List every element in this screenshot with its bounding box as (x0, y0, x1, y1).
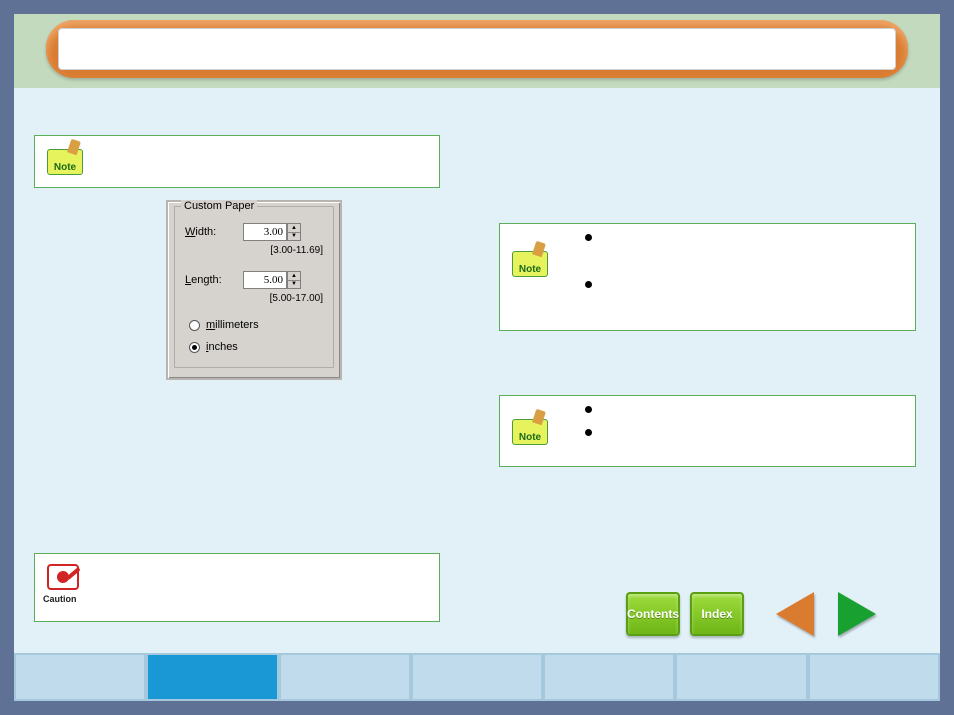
length-spinner-up[interactable]: ▲ (288, 272, 300, 281)
width-label: Width: (185, 226, 243, 238)
caution-icon (47, 564, 79, 590)
prev-page-arrow-icon[interactable] (776, 592, 814, 636)
next-page-arrow-icon[interactable] (838, 592, 876, 636)
length-spinner-down[interactable]: ▼ (288, 281, 300, 289)
bottom-tab-6[interactable] (808, 653, 940, 701)
bottom-tab-2[interactable] (279, 653, 411, 701)
length-row: Length: ▲ ▼ (185, 271, 323, 289)
page-nav: Contents Index (626, 592, 876, 636)
unit-in-label: inches (206, 341, 238, 353)
bullet-icon (585, 406, 592, 413)
bottom-tab-5[interactable] (675, 653, 807, 701)
bottom-tab-1[interactable] (146, 653, 278, 701)
unit-mm-label: millimeters (206, 319, 259, 331)
bottom-tab-4[interactable] (543, 653, 675, 701)
bullet-icon (585, 429, 592, 436)
bottom-tab-0[interactable] (14, 653, 146, 701)
caution-box: Caution (34, 553, 440, 622)
length-spinner[interactable]: ▲ ▼ (287, 271, 301, 289)
width-spinner-down[interactable]: ▼ (288, 233, 300, 241)
content-area: Note Custom Paper Width: ▲ ▼ [3.00-11.69… (14, 88, 940, 653)
bottom-tab-strip (14, 653, 940, 701)
note-icon: Note (47, 149, 83, 175)
header-title-area (58, 28, 896, 70)
unit-millimeters-radio[interactable]: millimeters (189, 319, 259, 331)
bullet-icon (585, 234, 592, 241)
note-3-bullets (585, 406, 592, 452)
note-box-2: Note (499, 223, 916, 331)
bottom-tab-3[interactable] (411, 653, 543, 701)
length-label: Length: (185, 274, 243, 286)
width-spinner-up[interactable]: ▲ (288, 224, 300, 233)
width-input[interactable] (243, 223, 287, 241)
custom-paper-fieldset: Custom Paper Width: ▲ ▼ [3.00-11.69] Len… (174, 206, 334, 368)
width-row: Width: ▲ ▼ (185, 223, 323, 241)
contents-label: Contents (627, 607, 679, 621)
index-button[interactable]: Index (690, 592, 744, 636)
note-icon: Note (512, 251, 548, 277)
unit-inches-radio[interactable]: inches (189, 341, 238, 353)
length-range: [5.00-17.00] (270, 293, 323, 304)
width-range: [3.00-11.69] (270, 245, 323, 256)
note-badge-label: Note (54, 162, 76, 173)
note-badge-label: Note (519, 432, 541, 443)
note-2-bullets (585, 234, 592, 328)
width-spinner[interactable]: ▲ ▼ (287, 223, 301, 241)
header-bar (46, 20, 908, 78)
contents-button[interactable]: Contents (626, 592, 680, 636)
note-badge-label: Note (519, 264, 541, 275)
custom-paper-legend: Custom Paper (181, 200, 257, 212)
note-icon: Note (512, 419, 548, 445)
caution-label: Caution (43, 594, 77, 604)
radio-icon (189, 342, 200, 353)
note-box-3: Note (499, 395, 916, 467)
custom-paper-panel: Custom Paper Width: ▲ ▼ [3.00-11.69] Len… (166, 200, 342, 380)
index-label: Index (701, 607, 732, 621)
bullet-icon (585, 281, 592, 288)
radio-icon (189, 320, 200, 331)
length-input[interactable] (243, 271, 287, 289)
note-box-1: Note (34, 135, 440, 188)
page-frame: Note Custom Paper Width: ▲ ▼ [3.00-11.69… (14, 14, 940, 701)
